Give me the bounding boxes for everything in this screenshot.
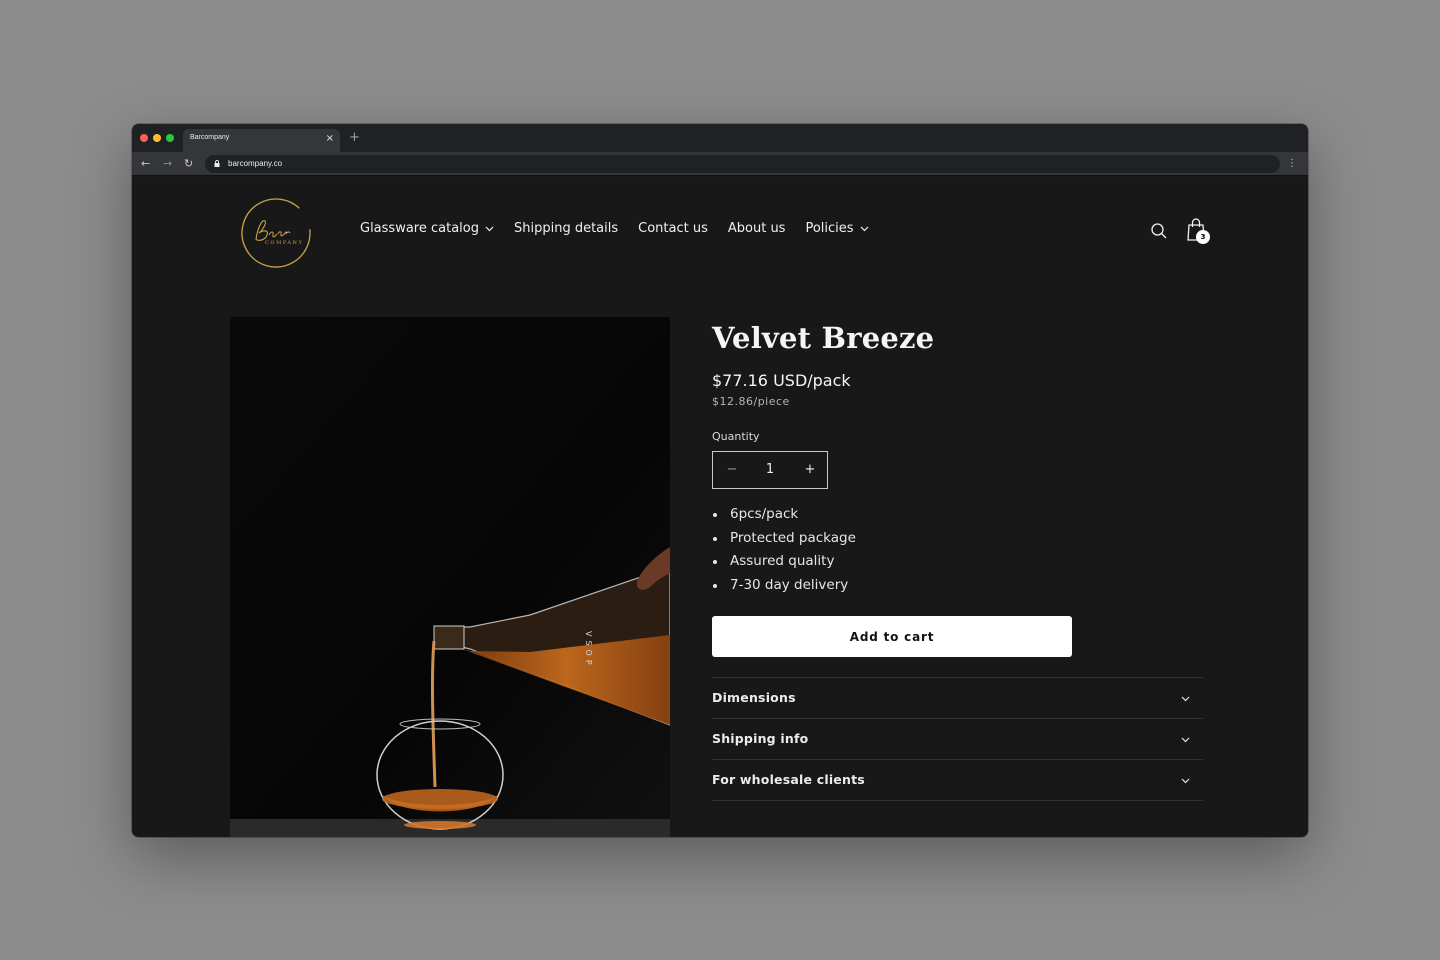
nav-item-label: Glassware catalog bbox=[360, 221, 479, 236]
nav-item-shipping-details[interactable]: Shipping details bbox=[514, 221, 618, 236]
list-item: Protected package bbox=[712, 527, 856, 551]
new-tab-button[interactable]: + bbox=[349, 131, 360, 145]
quantity-label: Quantity bbox=[712, 430, 760, 443]
main-nav: Glassware catalog Shipping details Conta… bbox=[360, 221, 889, 236]
accordion-label: For wholesale clients bbox=[712, 772, 865, 787]
chevron-down-icon bbox=[1181, 778, 1190, 784]
search-icon[interactable] bbox=[1150, 222, 1168, 240]
chevron-down-icon bbox=[1181, 696, 1190, 702]
unit-price: $12.86/piece bbox=[712, 395, 790, 408]
accordion-shipping-info[interactable]: Shipping info bbox=[712, 719, 1203, 760]
product-title: Velvet Breeze bbox=[712, 321, 935, 355]
nav-item-label: Shipping details bbox=[513, 221, 619, 236]
chevron-down-icon bbox=[860, 226, 868, 231]
nav-item-contact-us[interactable]: Contact us bbox=[638, 221, 708, 236]
tab-close-icon[interactable]: × bbox=[326, 133, 334, 145]
quantity-stepper: − + bbox=[712, 451, 828, 489]
list-item: 6pcs/pack bbox=[712, 503, 856, 527]
nav-item-policies[interactable]: Policies bbox=[805, 221, 868, 236]
url-text: barcompany.co bbox=[228, 159, 283, 168]
quantity-increase-button[interactable]: + bbox=[791, 452, 829, 488]
close-window-button[interactable] bbox=[140, 134, 148, 142]
browser-menu-icon[interactable]: ⋮ bbox=[1287, 157, 1297, 170]
list-item: Assured quality bbox=[712, 550, 856, 574]
nav-item-label: About us bbox=[727, 221, 786, 236]
tab-title: Barcompany bbox=[190, 134, 230, 141]
nav-item-label: Contact us bbox=[638, 221, 708, 236]
browser-toolbar: ← → ↻ barcompany.co ⋮ bbox=[132, 152, 1308, 176]
minimize-window-button[interactable] bbox=[153, 134, 161, 142]
product-accordion: Dimensions Shipping info For wholesale c… bbox=[712, 677, 1203, 801]
maximize-window-button[interactable] bbox=[166, 134, 174, 142]
back-arrow-icon[interactable]: ← bbox=[141, 157, 150, 170]
nav-item-about-us[interactable]: About us bbox=[728, 221, 786, 236]
forward-arrow-icon[interactable]: → bbox=[163, 157, 172, 170]
svg-text:VSOP: VSOP bbox=[584, 631, 593, 669]
tab-bar: Barcompany × + bbox=[132, 124, 1308, 152]
accordion-wholesale-clients[interactable]: For wholesale clients bbox=[712, 760, 1203, 801]
bar-company-logo[interactable]: COMPANY bbox=[238, 197, 318, 269]
feature-list: 6pcs/pack Protected package Assured qual… bbox=[712, 503, 856, 597]
accordion-label: Shipping info bbox=[712, 731, 809, 746]
browser-tab[interactable]: Barcompany × bbox=[183, 129, 340, 152]
list-item: 7-30 day delivery bbox=[712, 574, 856, 598]
reload-icon[interactable]: ↻ bbox=[184, 157, 193, 170]
accordion-dimensions[interactable]: Dimensions bbox=[712, 678, 1203, 719]
quantity-decrease-button[interactable]: − bbox=[713, 452, 751, 488]
browser-window: Barcompany × + ← → ↻ barcompany.co ⋮ COM… bbox=[132, 124, 1308, 837]
product-image[interactable]: VSOP bbox=[230, 317, 670, 837]
lock-icon bbox=[214, 160, 220, 167]
product-price: $77.16 USD/pack bbox=[712, 371, 851, 390]
quantity-input[interactable] bbox=[751, 452, 789, 488]
accordion-label: Dimensions bbox=[712, 690, 796, 705]
address-bar[interactable]: barcompany.co bbox=[205, 155, 1280, 173]
chevron-down-icon bbox=[1181, 737, 1190, 743]
nav-item-glassware-catalog[interactable]: Glassware catalog bbox=[360, 221, 494, 236]
store-page: COMPANY Glassware catalog Shipping detai… bbox=[132, 177, 1308, 837]
svg-text:COMPANY: COMPANY bbox=[265, 240, 303, 246]
nav-item-label: Policies bbox=[805, 221, 854, 236]
add-to-cart-button[interactable]: Add to cart bbox=[712, 616, 1072, 657]
cart-count-badge: 3 bbox=[1196, 230, 1210, 244]
chevron-down-icon bbox=[485, 226, 494, 231]
